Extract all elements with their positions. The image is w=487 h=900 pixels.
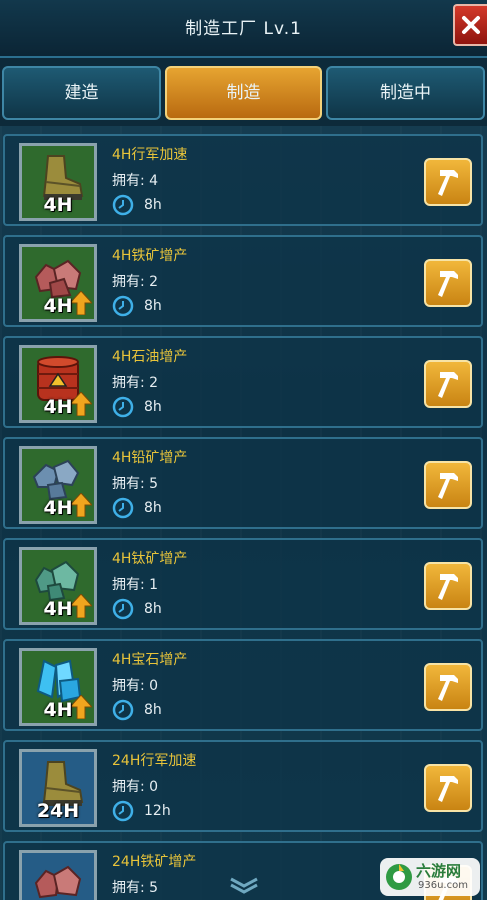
item-thumbnail: 4H xyxy=(19,345,97,423)
item-name: 4H宝石增产 xyxy=(112,652,188,668)
list-item: 4H 4H铁矿增产 拥有: 2 8h xyxy=(3,235,483,327)
duration-badge: 4H xyxy=(43,497,73,519)
craft-button[interactable] xyxy=(424,663,472,711)
item-name: 4H石油增产 xyxy=(112,349,188,365)
item-owned: 拥有: 5 xyxy=(112,476,159,492)
hammer-icon xyxy=(438,170,458,196)
tab-bar: 建造 制造 制造中 xyxy=(0,62,487,122)
watermark: 六游网 936u.com xyxy=(380,858,480,896)
craft-button[interactable] xyxy=(424,562,472,610)
item-owned: 拥有: 0 xyxy=(112,779,159,795)
clock-icon xyxy=(112,295,134,317)
hammer-icon xyxy=(438,271,458,297)
watermark-url: 936u.com xyxy=(418,880,468,891)
hammer-icon xyxy=(438,372,458,398)
item-name: 24H铁矿增产 xyxy=(112,854,197,870)
hammer-icon xyxy=(438,776,458,802)
item-time: 8h xyxy=(144,500,162,516)
craft-button[interactable] xyxy=(424,158,472,206)
hammer-icon xyxy=(438,473,458,499)
item-name: 4H行军加速 xyxy=(112,147,188,163)
item-time: 12h xyxy=(144,803,171,819)
craft-button[interactable] xyxy=(424,461,472,509)
item-time: 8h xyxy=(144,197,162,213)
clock-icon xyxy=(112,598,134,620)
duration-badge: 4H xyxy=(43,598,73,620)
item-thumbnail: 4H xyxy=(19,547,97,625)
watermark-name: 六游网 xyxy=(416,862,462,880)
item-owned: 拥有: 2 xyxy=(112,274,159,290)
list-item: 4H 4H铅矿增产 拥有: 5 8h xyxy=(3,437,483,529)
item-time: 8h xyxy=(144,601,162,617)
list-item: 4H 4H石油增产 拥有: 2 8h xyxy=(3,336,483,428)
item-owned: 拥有: 4 xyxy=(112,173,159,189)
item-thumbnail: 4H xyxy=(19,648,97,726)
clock-icon xyxy=(112,497,134,519)
close-icon xyxy=(462,16,480,34)
duration-badge: 4H xyxy=(43,396,73,418)
site-logo-icon xyxy=(386,864,412,890)
close-button[interactable] xyxy=(453,4,487,46)
item-name: 4H铅矿增产 xyxy=(112,450,188,466)
item-name: 24H行军加速 xyxy=(112,753,197,769)
item-thumbnail: 24H xyxy=(19,749,97,827)
clock-icon xyxy=(112,396,134,418)
list-item: 4H 4H钛矿增产 拥有: 1 8h xyxy=(3,538,483,630)
item-thumbnail: 4H xyxy=(19,446,97,524)
iron-ore-icon xyxy=(34,865,82,899)
item-thumbnail: 4H xyxy=(19,244,97,322)
item-list[interactable]: 4H 4H行军加速 拥有: 4 8h 4H 4H铁矿增产 拥有: 2 8h 4H… xyxy=(0,126,487,900)
item-time: 8h xyxy=(144,399,162,415)
page-title: 制造工厂 Lv.1 xyxy=(185,19,302,39)
tab-manufacture[interactable]: 制造 xyxy=(165,66,322,120)
tab-in-progress[interactable]: 制造中 xyxy=(326,66,485,120)
item-time: 8h xyxy=(144,702,162,718)
item-thumbnail: 4H xyxy=(19,143,97,221)
duration-badge: 4H xyxy=(43,194,73,216)
item-owned: 拥有: 1 xyxy=(112,577,159,593)
item-owned: 拥有: 0 xyxy=(112,678,159,694)
duration-badge: 24H xyxy=(36,800,80,822)
item-owned: 拥有: 2 xyxy=(112,375,159,391)
clock-icon xyxy=(112,194,134,216)
duration-badge: 4H xyxy=(43,295,73,317)
clock-icon xyxy=(112,800,134,822)
list-item: 24H 24H行军加速 拥有: 0 12h xyxy=(3,740,483,832)
item-name: 4H钛矿增产 xyxy=(112,551,188,567)
list-item: 4H 4H宝石增产 拥有: 0 8h xyxy=(3,639,483,731)
hammer-icon xyxy=(438,574,458,600)
craft-button[interactable] xyxy=(424,360,472,408)
item-thumbnail xyxy=(19,850,97,900)
item-owned: 拥有: 5 xyxy=(112,880,159,896)
list-item: 4H 4H行军加速 拥有: 4 8h xyxy=(3,134,483,226)
tab-build[interactable]: 建造 xyxy=(2,66,161,120)
item-name: 4H铁矿增产 xyxy=(112,248,188,264)
scroll-down-icon[interactable] xyxy=(227,876,261,894)
duration-badge: 4H xyxy=(43,699,73,721)
craft-button[interactable] xyxy=(424,764,472,812)
hammer-icon xyxy=(438,675,458,701)
title-bar: 制造工厂 Lv.1 xyxy=(0,0,487,58)
craft-button[interactable] xyxy=(424,259,472,307)
item-time: 8h xyxy=(144,298,162,314)
clock-icon xyxy=(112,699,134,721)
